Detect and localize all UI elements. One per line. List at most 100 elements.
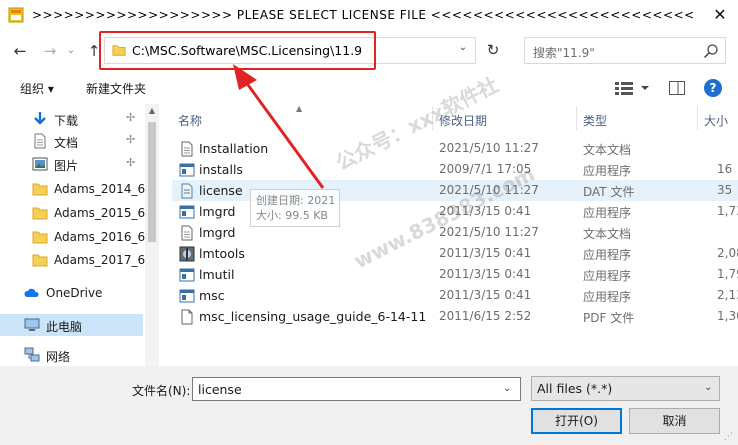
navigation-pane: 下载 ✢ 文档 ✢ 图片 ✢ Adams_2014_6 Adams_2015_6 xyxy=(0,104,146,366)
file-type: 应用程序 xyxy=(583,206,632,220)
sidebar-item-network[interactable]: 网络 xyxy=(0,344,143,366)
sidebar-item-this-pc[interactable]: 此电脑 xyxy=(0,314,143,336)
pdf-file-icon xyxy=(181,309,193,325)
sidebar-item-label: Adams_2017_6 xyxy=(54,253,146,267)
file-name: lmtools xyxy=(199,246,245,261)
resize-grip-icon[interactable]: ⋰ xyxy=(724,432,733,442)
download-icon xyxy=(34,112,46,125)
view-options-icon[interactable] xyxy=(613,79,653,97)
file-size: 35 xyxy=(717,183,733,197)
file-size: 2,13 xyxy=(717,288,738,302)
file-type: PDF 文件 xyxy=(583,311,635,325)
file-type: 应用程序 xyxy=(583,248,632,262)
sidebar-item-adams-2017[interactable]: Adams_2017_6 xyxy=(0,249,146,271)
chevron-down-icon[interactable]: ⌄ xyxy=(455,42,471,53)
sidebar-item-onedrive[interactable]: OneDrive xyxy=(0,282,143,304)
app-icon xyxy=(179,163,195,177)
folder-icon xyxy=(32,231,48,244)
search-placeholder: 搜索"11.9" xyxy=(533,46,595,60)
file-type: DAT 文件 xyxy=(583,185,635,199)
network-icon xyxy=(24,347,40,362)
sidebar-item-label: Adams_2016_6 xyxy=(54,230,146,244)
text-file-icon xyxy=(181,225,193,241)
app-icon xyxy=(179,205,195,219)
sidebar-item-adams-2016[interactable]: Adams_2016_6 xyxy=(0,226,146,248)
table-row[interactable]: lmtools 2011/3/15 0:41 应用程序 2,08 xyxy=(172,243,738,264)
app-window-icon xyxy=(8,7,24,23)
forward-button[interactable]: → xyxy=(40,40,60,62)
dat-file-icon xyxy=(181,183,193,199)
scroll-up-arrow-icon[interactable]: ▲ xyxy=(145,106,159,118)
folder-icon xyxy=(32,254,48,267)
preview-pane-icon[interactable] xyxy=(668,79,686,97)
document-icon xyxy=(34,133,46,149)
sidebar-item-adams-2015[interactable]: Adams_2015_6 xyxy=(0,202,146,224)
pin-icon: ✢ xyxy=(126,156,136,169)
help-button[interactable]: ? xyxy=(704,79,722,97)
pin-icon: ✢ xyxy=(126,111,136,124)
scrollbar-thumb[interactable] xyxy=(148,122,156,242)
file-size: 1,79 xyxy=(717,267,738,281)
sidebar-item-label: 网络 xyxy=(46,350,71,364)
annotation-arrow-icon xyxy=(233,64,325,189)
cancel-button[interactable]: 取消 xyxy=(629,408,720,434)
sidebar-item-label: 此电脑 xyxy=(46,320,83,334)
organize-button[interactable]: 组织 ▾ xyxy=(20,80,54,97)
chevron-down-icon[interactable]: ⌄ xyxy=(503,383,511,394)
open-button[interactable]: 打开(O) xyxy=(531,408,622,434)
sidebar-item-downloads[interactable]: 下载 ✢ xyxy=(0,108,143,130)
sidebar-item-label: 文档 xyxy=(54,136,79,150)
sidebar-item-label: Adams_2015_6 xyxy=(54,206,146,220)
file-date: 2011/6/15 2:52 xyxy=(439,309,532,323)
sidebar-item-label: 图片 xyxy=(54,159,79,173)
sidebar-item-pictures[interactable]: 图片 ✢ xyxy=(0,153,143,175)
back-button[interactable]: ← xyxy=(10,40,30,62)
sidebar-item-documents[interactable]: 文档 ✢ xyxy=(0,130,143,152)
window-title: >>>>>>>>>>>>>>>>>>> PLEASE SELECT LICENS… xyxy=(32,8,695,22)
table-row[interactable]: msc 2011/3/15 0:41 应用程序 2,13 xyxy=(172,285,738,306)
folder-icon xyxy=(32,183,48,196)
filename-input[interactable]: license ⌄ xyxy=(192,377,521,401)
column-header-name[interactable]: 名称 xyxy=(178,112,202,129)
close-button[interactable]: ✕ xyxy=(706,2,734,28)
file-type: 应用程序 xyxy=(583,290,632,304)
file-type: 文本文档 xyxy=(583,227,632,241)
file-name: lmgrd xyxy=(199,204,236,219)
sidebar-item-adams-2014[interactable]: Adams_2014_6 xyxy=(0,178,146,200)
new-folder-button[interactable]: 新建文件夹 xyxy=(86,80,146,97)
column-header-type[interactable]: 类型 xyxy=(583,112,607,129)
sidebar-item-label: 下载 xyxy=(54,114,79,128)
file-name: msc xyxy=(199,288,225,303)
file-size: 1,30 xyxy=(717,309,738,323)
filter-value: All files (*.*) xyxy=(537,381,613,396)
app-icon xyxy=(179,289,195,303)
file-size: 1,73 xyxy=(717,204,738,218)
recent-locations-button[interactable]: ⌄ xyxy=(64,40,78,62)
refresh-button[interactable]: ↻ xyxy=(480,38,506,63)
file-type: 应用程序 xyxy=(583,164,632,178)
file-date: 2011/3/15 0:41 xyxy=(439,267,532,281)
sidebar-item-label: OneDrive xyxy=(46,286,103,300)
file-type: 文本文档 xyxy=(583,143,632,157)
column-divider[interactable] xyxy=(576,106,577,130)
tools-app-icon xyxy=(179,246,195,262)
file-type-filter-select[interactable]: All files (*.*) ⌄ xyxy=(531,376,720,401)
search-icon xyxy=(703,44,718,59)
cloud-icon xyxy=(24,288,39,297)
file-size: 2,08 xyxy=(717,246,738,260)
picture-icon xyxy=(32,157,48,171)
pin-icon: ✢ xyxy=(126,133,136,146)
tooltip-created: 创建日期: 2021/5/10 11:27 xyxy=(256,194,334,207)
chevron-down-icon[interactable]: ⌄ xyxy=(704,382,712,393)
table-row[interactable]: msc_licensing_usage_guide_6-14-11 2011/6… xyxy=(172,306,738,327)
file-date: 2011/3/15 0:41 xyxy=(439,246,532,260)
column-header-size[interactable]: 大小 xyxy=(704,112,728,129)
file-name: msc_licensing_usage_guide_6-14-11 xyxy=(199,309,427,324)
table-row[interactable]: lmutil 2011/3/15 0:41 应用程序 1,79 xyxy=(172,264,738,285)
sidebar-item-label: Adams_2014_6 xyxy=(54,182,146,196)
search-input[interactable]: 搜索"11.9" xyxy=(524,37,726,64)
column-divider[interactable] xyxy=(697,106,698,130)
text-file-icon xyxy=(181,141,193,157)
filename-label: 文件名(N): xyxy=(132,384,191,398)
file-size: 16 xyxy=(717,162,733,176)
